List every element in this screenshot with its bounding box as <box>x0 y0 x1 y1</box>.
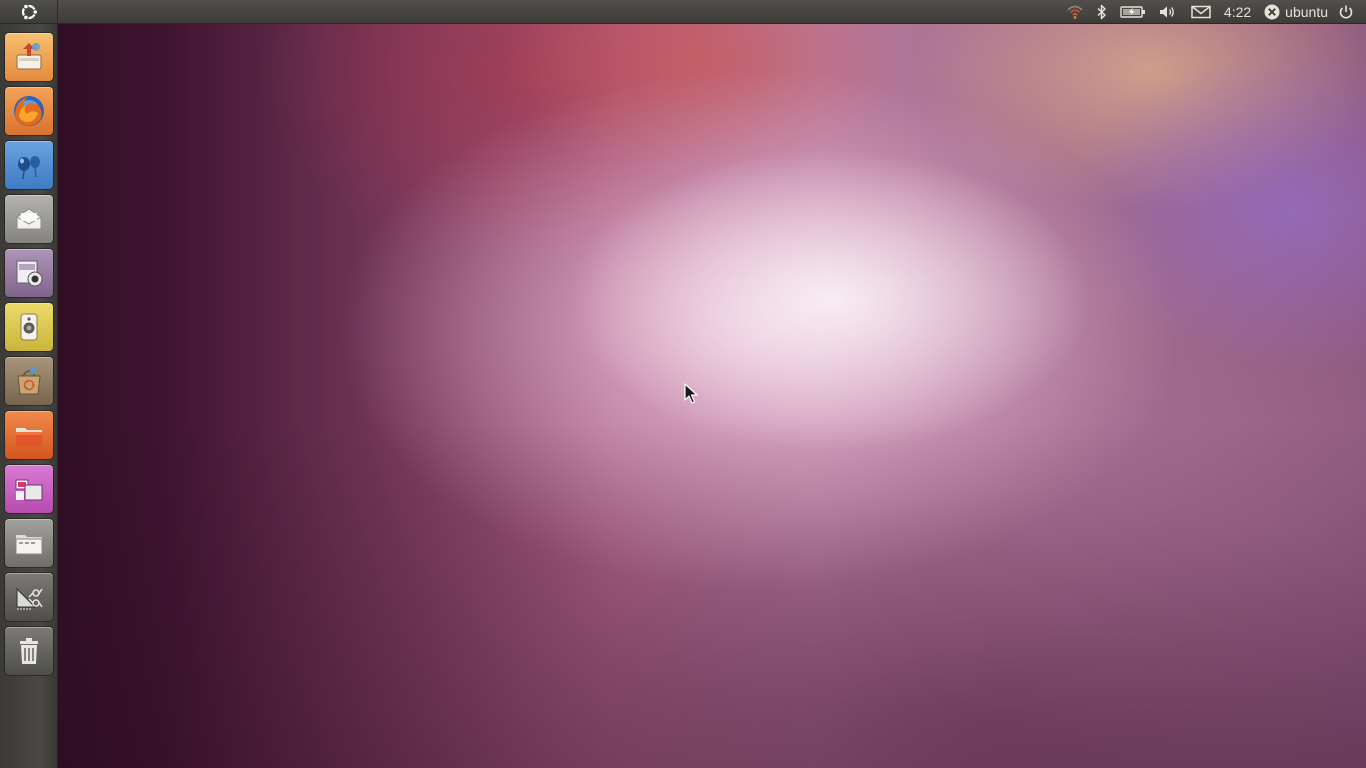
bluetooth-indicator[interactable] <box>1090 0 1114 24</box>
launcher-item-workspace-switcher[interactable] <box>5 465 53 513</box>
battery-indicator[interactable] <box>1114 0 1152 24</box>
speaker-icon <box>20 313 38 341</box>
indicator-area: 4:22 ubuntu <box>1060 0 1360 24</box>
top-panel: 4:22 ubuntu <box>0 0 1366 24</box>
power-icon <box>1339 5 1353 19</box>
launcher-item-trash[interactable] <box>5 627 53 675</box>
battery-icon <box>1120 6 1145 18</box>
mouse-cursor-icon <box>684 383 698 404</box>
launcher-item-mail[interactable] <box>5 195 53 243</box>
launcher-item-home-folder[interactable] <box>5 411 53 459</box>
launcher-item-empathy[interactable] <box>5 141 53 189</box>
launcher <box>0 24 58 768</box>
mail-icon <box>16 208 42 230</box>
user-status-icon <box>1264 4 1280 20</box>
user-name: ubuntu <box>1285 4 1328 20</box>
session-indicator[interactable] <box>1332 0 1360 24</box>
network-indicator[interactable] <box>1060 0 1090 24</box>
dash-home-button[interactable] <box>0 0 58 24</box>
envelope-icon <box>1191 5 1211 19</box>
launcher-item-software-center[interactable] <box>5 357 53 405</box>
home-folder-icon <box>16 428 42 446</box>
trash-icon <box>20 638 38 664</box>
wifi-icon <box>1067 5 1083 19</box>
launcher-item-applications[interactable] <box>5 519 53 567</box>
launcher-item-firefox[interactable] <box>5 87 53 135</box>
launcher-item-speaker[interactable] <box>5 303 53 351</box>
launcher-item-files-tools[interactable] <box>5 573 53 621</box>
workspace-switcher-icon <box>15 479 43 501</box>
launcher-item-webcam[interactable] <box>5 249 53 297</box>
sound-indicator[interactable] <box>1152 0 1184 24</box>
applications-icon <box>15 535 43 555</box>
installer-icon <box>16 43 42 70</box>
ubuntu-logo-icon <box>21 3 38 21</box>
clock-text: 4:22 <box>1223 4 1252 20</box>
launcher-item-installer[interactable] <box>5 33 53 81</box>
bluetooth-icon <box>1097 4 1106 20</box>
files-tools-icon <box>16 587 43 610</box>
firefox-icon <box>14 96 44 126</box>
clock-indicator[interactable]: 4:22 <box>1218 0 1257 24</box>
messaging-indicator[interactable] <box>1184 0 1218 24</box>
wallpaper-shade <box>0 0 1366 768</box>
webcam-icon <box>16 260 43 287</box>
volume-icon <box>1159 6 1174 18</box>
user-indicator[interactable]: ubuntu <box>1257 0 1332 24</box>
desktop-screen: 4:22 ubuntu <box>0 0 1366 768</box>
software-center-icon <box>17 368 41 395</box>
empathy-icon <box>18 156 40 180</box>
